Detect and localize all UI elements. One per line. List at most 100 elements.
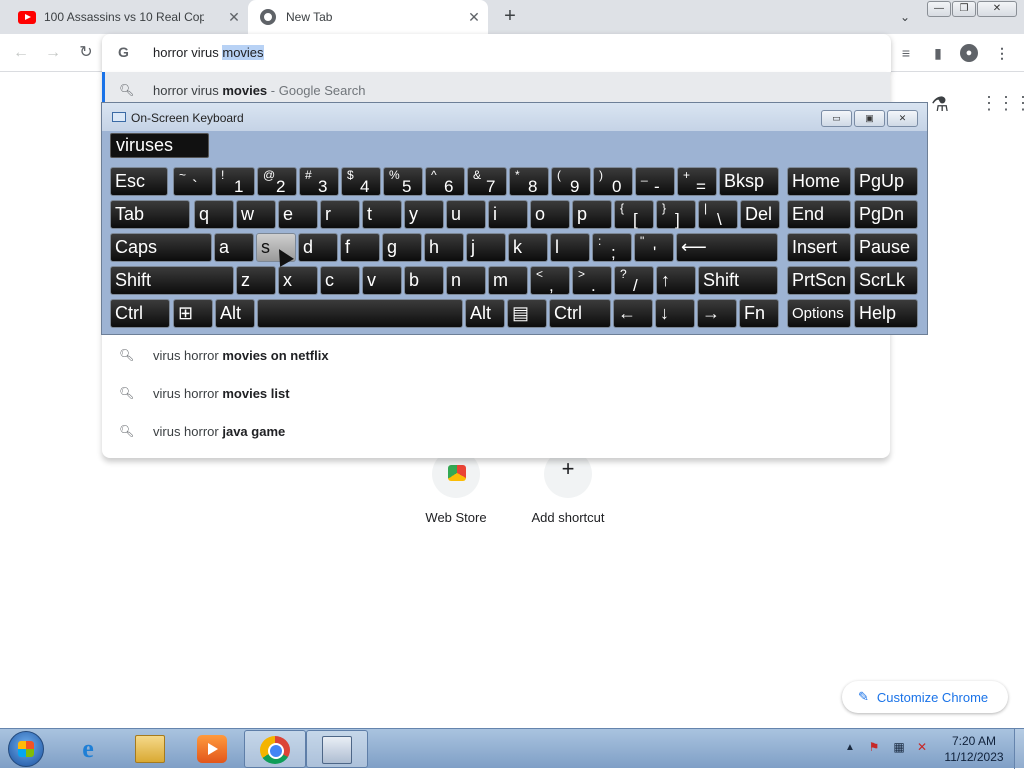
- key-e[interactable]: e: [278, 200, 318, 229]
- key-y[interactable]: y: [404, 200, 444, 229]
- window-close-button[interactable]: ✕: [977, 1, 1017, 17]
- key-symbol-1-13[interactable]: | \: [698, 200, 738, 229]
- key-v[interactable]: v: [362, 266, 402, 295]
- key-symbol-1-12[interactable]: }]: [656, 200, 696, 229]
- key-r[interactable]: r: [320, 200, 360, 229]
- key-space[interactable]: [257, 299, 463, 328]
- key-o[interactable]: o: [530, 200, 570, 229]
- key-pause[interactable]: Pause: [854, 233, 918, 262]
- tab-youtube[interactable]: 100 Assassins vs 10 Real Cops! - YouTube…: [10, 0, 248, 34]
- key-a[interactable]: a: [214, 233, 254, 262]
- key-0[interactable]: ) 0: [593, 167, 633, 196]
- forward-button[interactable]: →: [41, 41, 65, 65]
- key-4[interactable]: $4: [341, 167, 381, 196]
- key-symbol-4-1[interactable]: ⊞: [173, 299, 213, 328]
- key-scrlk[interactable]: ScrLk: [854, 266, 918, 295]
- key-pgdn[interactable]: PgDn: [854, 200, 918, 229]
- key-alt[interactable]: Alt: [215, 299, 255, 328]
- key-x[interactable]: x: [278, 266, 318, 295]
- network-icon[interactable]: ▦: [891, 740, 907, 756]
- key-3[interactable]: #3: [299, 167, 339, 196]
- key-i[interactable]: i: [488, 200, 528, 229]
- side-panel-icon[interactable]: ▮: [929, 44, 947, 62]
- key-p[interactable]: p: [572, 200, 612, 229]
- osk-minimize-button[interactable]: ▭: [821, 110, 852, 127]
- taskbar-chrome[interactable]: [244, 730, 306, 768]
- key-symbol-3-8[interactable]: <,: [530, 266, 570, 295]
- apps-grid-icon[interactable]: ⋮⋮⋮: [980, 93, 1024, 114]
- shortcut-web-store[interactable]: Web Store: [401, 450, 511, 525]
- key-alt[interactable]: Alt: [465, 299, 505, 328]
- key-symbol-4-7[interactable]: ←: [613, 299, 653, 328]
- key-tab[interactable]: Tab: [110, 200, 190, 229]
- key-ctrl[interactable]: Ctrl: [110, 299, 170, 328]
- clock-time[interactable]: 7:20 AM: [936, 734, 1012, 748]
- customize-chrome-button[interactable]: ✎ Customize Chrome: [842, 681, 1008, 713]
- key-n[interactable]: n: [446, 266, 486, 295]
- key-symbol-2-10[interactable]: :;: [592, 233, 632, 262]
- key-t[interactable]: t: [362, 200, 402, 229]
- key-home[interactable]: Home: [787, 167, 851, 196]
- key-f[interactable]: f: [340, 233, 380, 262]
- key-bksp[interactable]: Bksp: [719, 167, 779, 196]
- key-fn[interactable]: Fn: [739, 299, 779, 328]
- tab-close-icon[interactable]: ✕: [226, 9, 242, 25]
- key-caps[interactable]: Caps: [110, 233, 212, 262]
- key-u[interactable]: u: [446, 200, 486, 229]
- key-options[interactable]: Options: [787, 299, 851, 328]
- key-end[interactable]: End: [787, 200, 851, 229]
- key-symbol-0-1[interactable]: ~ `: [173, 167, 213, 196]
- address-input[interactable]: horror virus movies: [153, 45, 264, 60]
- key-symbol-3-10[interactable]: ? /: [614, 266, 654, 295]
- key-ctrl[interactable]: Ctrl: [549, 299, 611, 328]
- start-button[interactable]: [8, 731, 44, 767]
- new-tab-button[interactable]: +: [498, 5, 522, 29]
- key-b[interactable]: b: [404, 266, 444, 295]
- key-7[interactable]: & 7: [467, 167, 507, 196]
- reading-list-icon[interactable]: ≡: [897, 44, 915, 62]
- suggestion-item[interactable]: 🔍︎ virus horror movies on netflix: [102, 337, 890, 373]
- key-5[interactable]: % 5: [383, 167, 423, 196]
- window-maximize-button[interactable]: ❐: [952, 1, 976, 17]
- key-symbol-3-9[interactable]: >.: [572, 266, 612, 295]
- word-prediction[interactable]: viruses: [110, 133, 209, 158]
- key-j[interactable]: j: [466, 233, 506, 262]
- taskbar-internet-explorer[interactable]: e: [58, 730, 120, 768]
- key-h[interactable]: h: [424, 233, 464, 262]
- menu-icon[interactable]: ⋮: [993, 44, 1011, 62]
- key-6[interactable]: ^ 6: [425, 167, 465, 196]
- key-symbol-2-12[interactable]: ⟵: [676, 233, 778, 262]
- suggestion-item[interactable]: 🔍︎ virus horror movies list: [102, 375, 890, 411]
- key-help[interactable]: Help: [854, 299, 918, 328]
- profile-icon[interactable]: ●: [960, 44, 978, 62]
- key-g[interactable]: g: [382, 233, 422, 262]
- key-pgup[interactable]: PgUp: [854, 167, 918, 196]
- key-shift[interactable]: Shift: [110, 266, 234, 295]
- osk-restore-button[interactable]: ▣: [854, 110, 885, 127]
- key-9[interactable]: (9: [551, 167, 591, 196]
- key-w[interactable]: w: [236, 200, 276, 229]
- clock-date[interactable]: 11/12/2023: [936, 750, 1012, 764]
- key-q[interactable]: q: [194, 200, 234, 229]
- key-del[interactable]: Del: [740, 200, 780, 229]
- key-symbol-0-13[interactable]: + =: [677, 167, 717, 196]
- show-hidden-icons-chevron-icon[interactable]: ▲: [845, 742, 855, 753]
- tab-search-chevron-icon[interactable]: ⌄: [896, 8, 914, 26]
- key-k[interactable]: k: [508, 233, 548, 262]
- key-shift[interactable]: Shift: [698, 266, 778, 295]
- key-d[interactable]: d: [298, 233, 338, 262]
- osk-close-button[interactable]: ✕: [887, 110, 918, 127]
- key-symbol-0-12[interactable]: _ -: [635, 167, 675, 196]
- key-1[interactable]: ! 1: [215, 167, 255, 196]
- labs-icon[interactable]: ⚗: [931, 92, 949, 117]
- address-bar[interactable]: G horror virus movies: [102, 34, 891, 72]
- volume-muted-icon[interactable]: ✕: [914, 740, 930, 756]
- taskbar-file-explorer[interactable]: [120, 730, 182, 768]
- key-m[interactable]: m: [488, 266, 528, 295]
- key-l[interactable]: l: [550, 233, 590, 262]
- key-insert[interactable]: Insert: [787, 233, 851, 262]
- action-center-flag-icon[interactable]: ⚑: [866, 740, 882, 756]
- key-symbol-1-11[interactable]: {[: [614, 200, 654, 229]
- key-z[interactable]: z: [236, 266, 276, 295]
- reload-button[interactable]: ↻: [74, 41, 98, 65]
